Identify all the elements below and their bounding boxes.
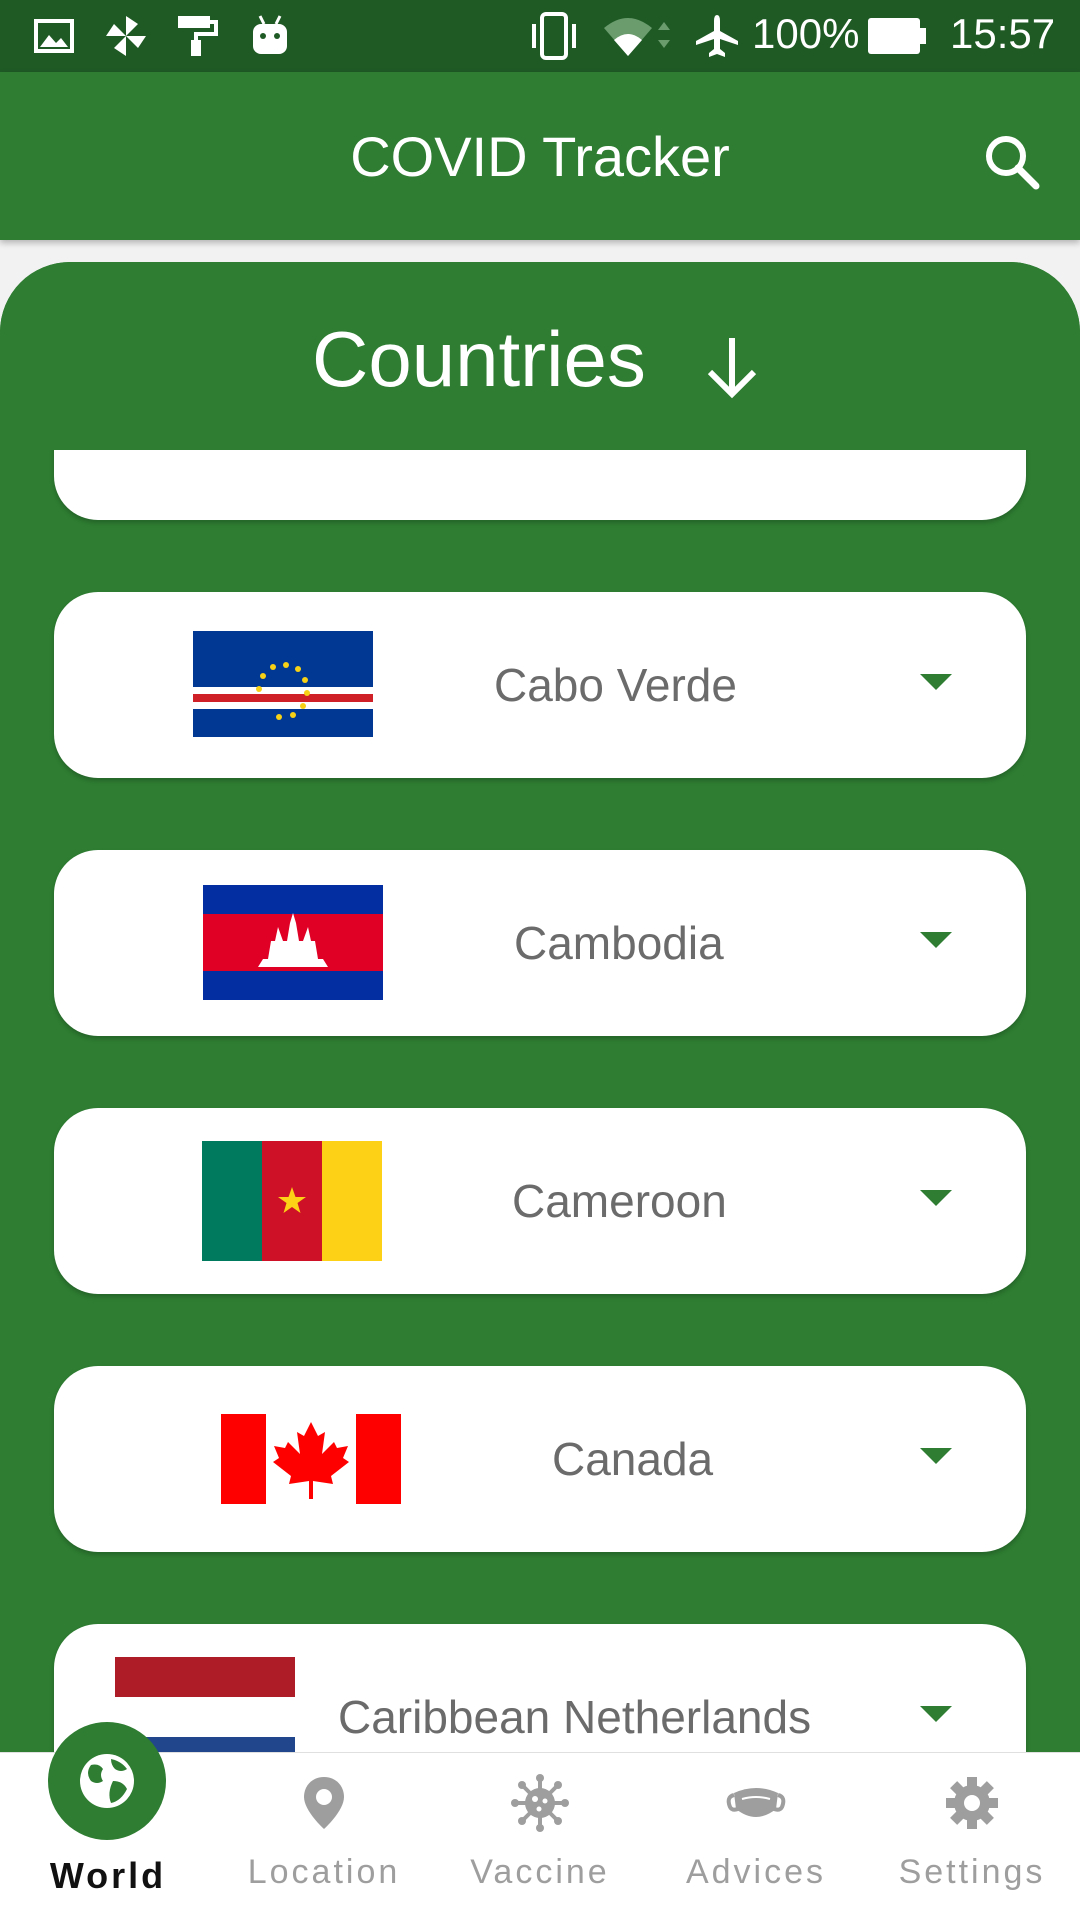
panel-header: Countries <box>0 262 1080 450</box>
airplane-icon <box>694 14 740 58</box>
country-name: Canada <box>552 1433 714 1485</box>
expand-caret-icon[interactable] <box>920 1190 952 1206</box>
expand-caret-icon[interactable] <box>920 1448 952 1464</box>
clock: 15:57 <box>950 10 1056 57</box>
nav-item-advices[interactable]: Advices <box>648 1753 864 1921</box>
mask-icon <box>726 1788 786 1817</box>
search-icon <box>986 136 1040 190</box>
wifi-icon <box>600 14 678 58</box>
app-title: COVID Tracker <box>350 125 730 188</box>
virus-icon <box>511 1774 569 1832</box>
world-active-indicator[interactable] <box>48 1722 166 1840</box>
location-pin-icon <box>304 1777 344 1829</box>
vibrate-icon <box>528 12 580 60</box>
expand-caret-icon[interactable] <box>920 1706 952 1722</box>
list-item[interactable]: Caribbean Netherlands <box>54 1624 1026 1762</box>
country-name: Caribbean Netherlands <box>338 1691 812 1743</box>
nav-label: Vaccine <box>470 1853 610 1891</box>
nav-item-settings[interactable]: Settings <box>864 1753 1080 1921</box>
country-list[interactable]: Cabo Verde Cambodia Cameroon Canada Cari… <box>0 262 1080 1762</box>
list-item[interactable]: Canada <box>54 1366 1026 1552</box>
battery-icon <box>868 14 928 58</box>
gear-icon <box>946 1777 998 1829</box>
cambodia-flag <box>203 885 383 1000</box>
android-icon <box>250 14 290 58</box>
pinwheel-icon <box>104 14 148 58</box>
list-item[interactable]: Cameroon <box>54 1108 1026 1294</box>
battery-percent: 100% <box>752 10 860 57</box>
nav-label: Advices <box>685 1853 827 1891</box>
country-name: Cambodia <box>514 917 724 969</box>
nav-label: World <box>49 1855 167 1896</box>
arrow-down-icon <box>707 338 757 399</box>
nav-label: Settings <box>898 1853 1046 1891</box>
gallery-icon <box>34 14 74 58</box>
country-name: Cabo Verde <box>494 659 737 711</box>
app-bar: COVID Tracker <box>0 72 1080 240</box>
expand-caret-icon[interactable] <box>920 674 952 690</box>
cameroon-flag <box>202 1141 382 1261</box>
paint-roller-icon <box>176 14 218 58</box>
canada-flag <box>221 1414 401 1504</box>
country-name: Cameroon <box>512 1175 727 1227</box>
nav-label: Location <box>247 1853 401 1891</box>
search-button[interactable] <box>980 130 1044 194</box>
sort-button[interactable] <box>700 332 764 402</box>
nav-item-vaccine[interactable]: Vaccine <box>432 1753 648 1921</box>
nav-item-location[interactable]: Location <box>216 1753 432 1921</box>
panel-title: Countries <box>312 315 646 403</box>
list-item[interactable]: Cambodia <box>54 850 1026 1036</box>
expand-caret-icon[interactable] <box>920 932 952 948</box>
globe-icon <box>80 1754 134 1808</box>
status-bar: 100% 15:57 <box>0 0 1080 72</box>
list-item[interactable]: Cabo Verde <box>54 592 1026 778</box>
countries-panel: Countries Cabo Verde Cambodia Cameroon C… <box>0 262 1080 1762</box>
cabo-verde-flag <box>193 631 373 737</box>
